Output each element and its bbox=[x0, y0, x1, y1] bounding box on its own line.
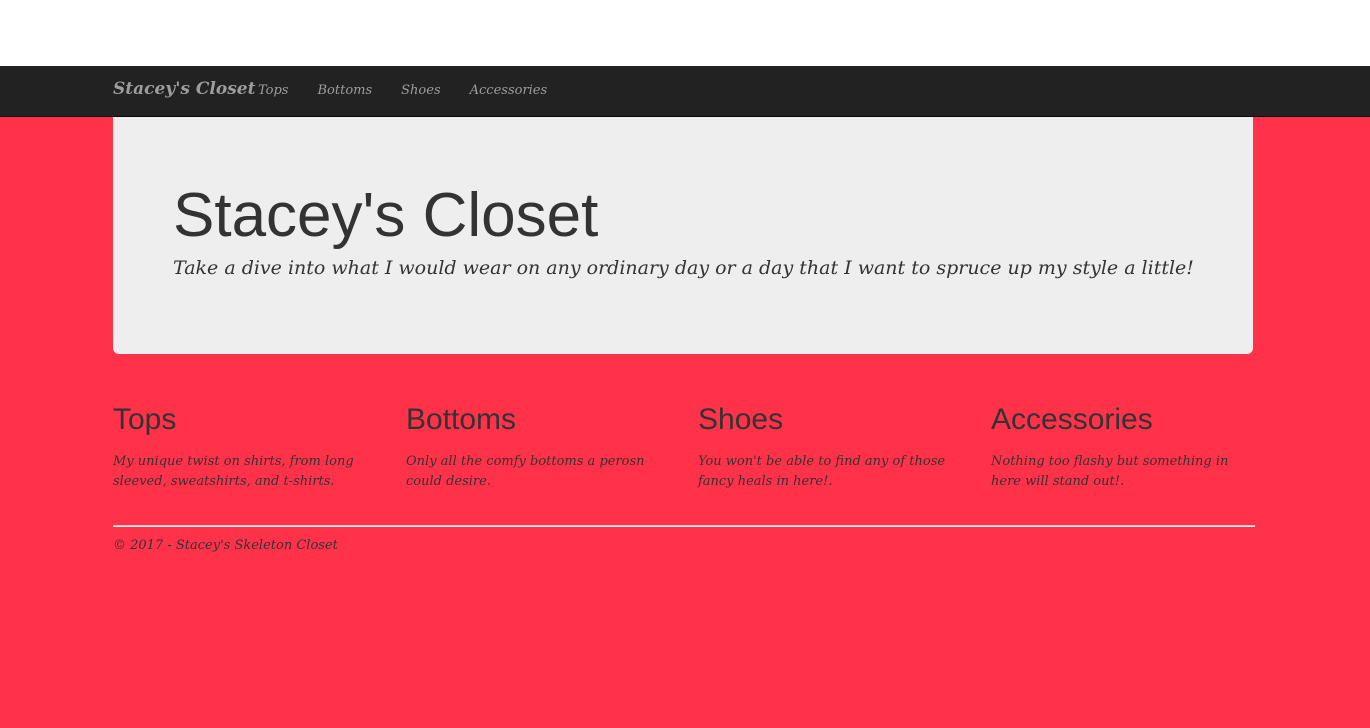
browser-blank-strip bbox=[0, 0, 1370, 66]
category-description-accessories: Nothing too flashy but something in here… bbox=[991, 454, 1229, 489]
category-description-bottoms: Only all the comfy bottoms a perosn coul… bbox=[406, 454, 645, 489]
category-description-tops: My unique twist on shirts, from long sle… bbox=[113, 454, 354, 489]
navbar-links: Tops Bottoms Shoes Accessories bbox=[258, 83, 576, 98]
category-description-shoes: You won't be able to find any of those f… bbox=[698, 454, 946, 489]
category-heading-shoes: Shoes bbox=[698, 403, 784, 436]
category-heading-accessories: Accessories bbox=[991, 403, 1153, 436]
nav-link-accessories[interactable]: Accessories bbox=[470, 83, 548, 98]
footer: © 2017 - Stacey's Skeleton Closet bbox=[113, 538, 338, 553]
category-heading-tops: Tops bbox=[113, 403, 177, 436]
nav-link-tops[interactable]: Tops bbox=[258, 83, 288, 98]
category-heading-bottoms: Bottoms bbox=[406, 403, 517, 436]
category-accessories: Accessories Nothing too flashy but somet… bbox=[991, 400, 1253, 492]
page-lead: Take a dive into what I would wear on an… bbox=[173, 257, 1194, 279]
category-tops: Tops My unique twist on shirts, from lon… bbox=[113, 400, 375, 492]
nav-link-shoes[interactable]: Shoes bbox=[401, 83, 440, 98]
navbar: Stacey's Closet Tops Bottoms Shoes Acces… bbox=[0, 66, 1370, 117]
footer-copyright: © 2017 - Stacey's Skeleton Closet bbox=[113, 538, 338, 553]
category-shoes: Shoes You won't be able to find any of t… bbox=[698, 400, 960, 492]
page-title: Stacey's Closet bbox=[173, 181, 599, 250]
nav-link-bottoms[interactable]: Bottoms bbox=[317, 83, 372, 98]
footer-divider bbox=[113, 525, 1255, 527]
jumbotron: Stacey's Closet Take a dive into what I … bbox=[113, 117, 1253, 354]
category-bottoms: Bottoms Only all the comfy bottoms a per… bbox=[406, 400, 668, 492]
navbar-brand-link[interactable]: Stacey's Closet bbox=[113, 79, 255, 99]
